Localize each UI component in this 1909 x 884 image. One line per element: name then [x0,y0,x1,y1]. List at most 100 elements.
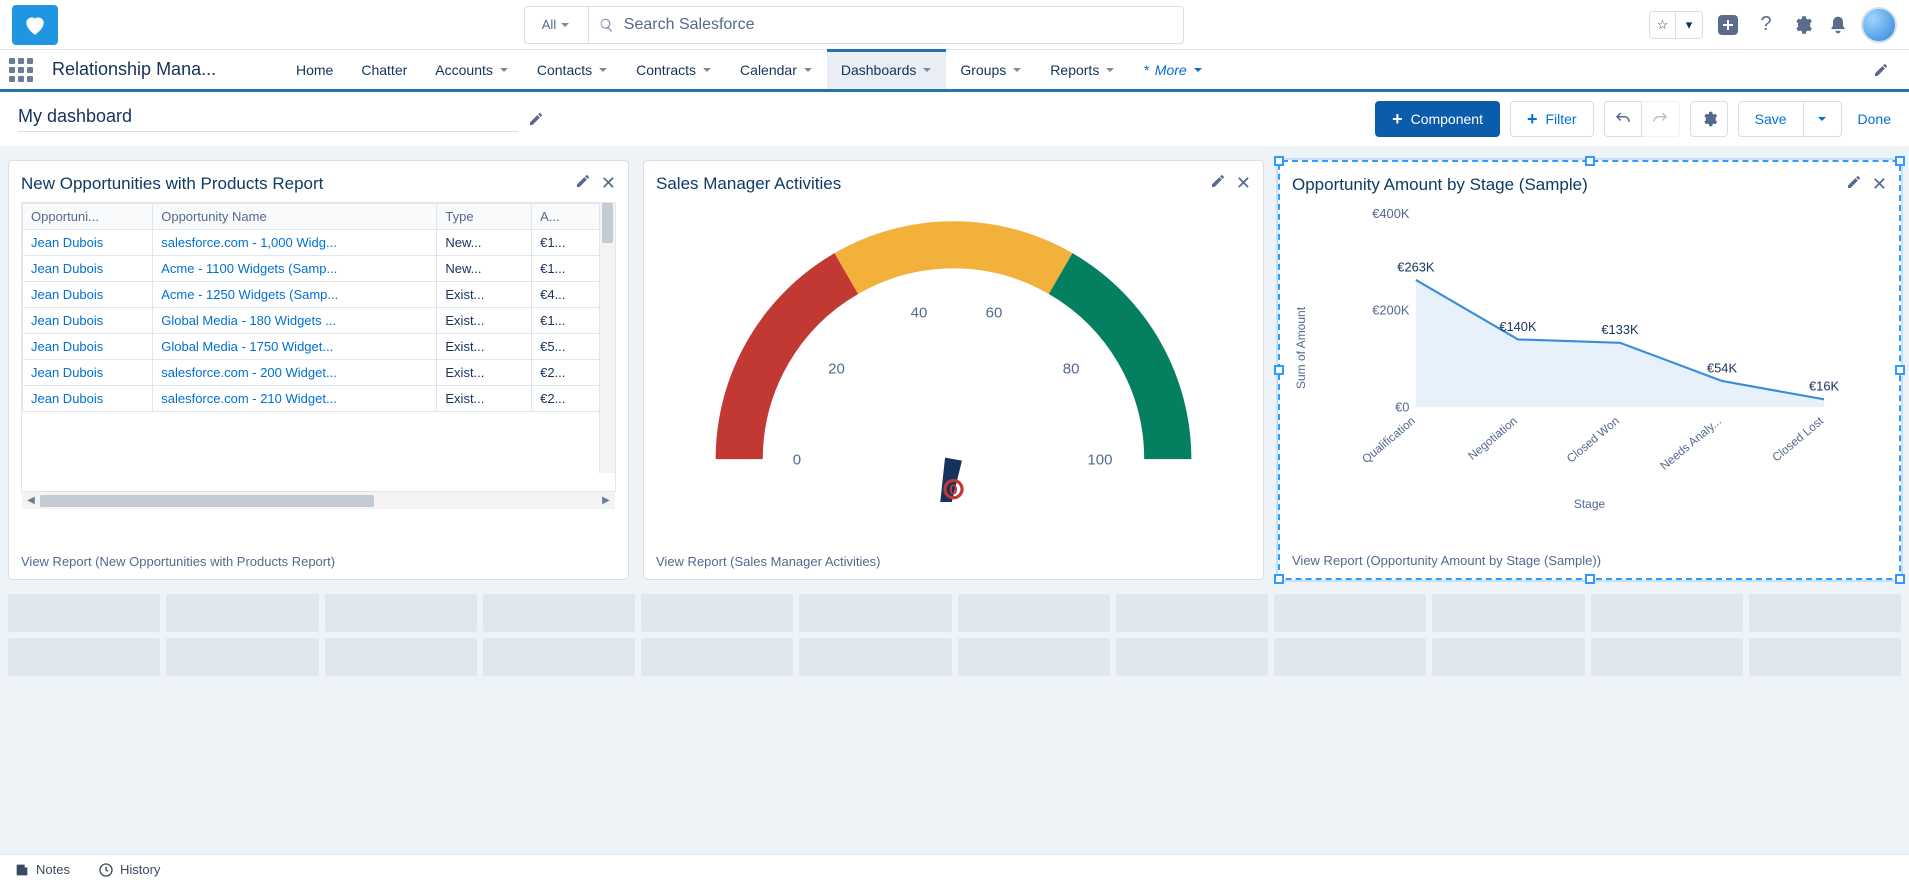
table-cell[interactable]: salesforce.com - 200 Widget... [153,360,437,386]
table-cell: Exist... [437,334,532,360]
edit-widget-button[interactable] [1846,174,1862,195]
notes-button[interactable]: Notes [14,862,70,878]
resize-handle[interactable] [1585,156,1595,166]
table-cell: New... [437,230,532,256]
nav-item-reports[interactable]: Reports [1036,50,1129,89]
favorites-control[interactable]: ☆ ▾ [1649,11,1703,39]
widget-sales-gauge[interactable]: Sales Manager Activities ✕ 0 20 [643,160,1264,580]
nav-more[interactable]: * More [1129,50,1216,89]
add-action-button[interactable] [1713,10,1743,40]
pencil-icon[interactable] [528,111,544,127]
view-report-link[interactable]: View Report (Opportunity Amount by Stage… [1292,543,1887,568]
scroll-right-icon[interactable]: ▶ [597,495,615,506]
table-cell: Exist... [437,386,532,412]
search-input[interactable] [624,16,1173,34]
edit-widget-button[interactable] [575,173,591,194]
add-component-button[interactable]: + Component [1375,101,1500,137]
table-cell[interactable]: Acme - 1250 Widgets (Samp... [153,282,437,308]
user-avatar[interactable] [1861,7,1897,43]
gauge-chart: 0 20 40 60 80 100 0 [656,202,1251,502]
table-cell[interactable]: Jean Dubois [23,308,153,334]
y-axis-label: Sum of Amount [1292,203,1310,493]
table-cell[interactable]: Jean Dubois [23,230,153,256]
table-cell[interactable]: Jean Dubois [23,334,153,360]
resize-handle[interactable] [1895,365,1905,375]
caret-down-icon [1817,114,1827,124]
table-row: Jean Duboissalesforce.com - 210 Widget..… [23,386,615,412]
svg-text:100: 100 [1087,452,1112,469]
nav-item-home[interactable]: Home [282,50,347,89]
table-cell[interactable]: Acme - 1100 Widgets (Samp... [153,256,437,282]
column-header[interactable]: Opportuni... [23,204,153,230]
column-header[interactable]: Type [437,204,532,230]
column-header[interactable]: Opportunity Name [153,204,437,230]
table-cell[interactable]: Jean Dubois [23,282,153,308]
add-filter-button[interactable]: + Filter [1510,101,1594,137]
resize-handle[interactable] [1274,156,1284,166]
pencil-icon [1210,173,1226,189]
bell-icon [1828,15,1848,35]
table-cell[interactable]: Global Media - 1750 Widget... [153,334,437,360]
nav-item-dashboards[interactable]: Dashboards [827,50,947,89]
setup-gear-button[interactable] [1789,12,1815,38]
resize-handle[interactable] [1585,574,1595,584]
resize-handle[interactable] [1274,365,1284,375]
nav-item-label: Groups [960,62,1006,78]
widget-opportunity-amount-chart[interactable]: Opportunity Amount by Stage (Sample) ✕ S… [1278,160,1901,580]
edit-widget-button[interactable] [1210,173,1226,194]
save-button[interactable]: Save [1738,101,1804,137]
search-filter-dropdown[interactable]: All [525,7,589,43]
table-cell[interactable]: Jean Dubois [23,256,153,282]
nav-item-contracts[interactable]: Contracts [622,50,726,89]
vertical-scrollbar[interactable] [599,203,615,473]
table-cell[interactable]: salesforce.com - 210 Widget... [153,386,437,412]
table-cell[interactable]: Jean Dubois [23,360,153,386]
dashboard-title[interactable]: My dashboard [18,106,518,132]
table-cell[interactable]: Jean Dubois [23,386,153,412]
svg-text:€400K: €400K [1372,206,1410,221]
utility-bar: Notes History [0,854,1909,884]
notifications-button[interactable] [1825,12,1851,38]
dashboard-builder-bar: My dashboard + Component + Filter Save D… [0,92,1909,146]
nav-item-label: Contacts [537,62,592,78]
nav-item-calendar[interactable]: Calendar [726,50,827,89]
horizontal-scrollbar[interactable]: ◀ ▶ [22,491,615,509]
nav-item-contacts[interactable]: Contacts [523,50,622,89]
history-button[interactable]: History [98,862,160,878]
svg-text:€140K: €140K [1499,319,1537,334]
table-cell[interactable]: Global Media - 180 Widgets ... [153,308,437,334]
caret-down-icon [1105,65,1115,75]
help-button[interactable]: ? [1753,12,1779,38]
svg-text:€263K: €263K [1397,259,1435,274]
nav-item-groups[interactable]: Groups [946,50,1036,89]
remove-widget-button[interactable]: ✕ [1872,174,1887,195]
table-cell[interactable]: salesforce.com - 1,000 Widg... [153,230,437,256]
table-cell: New... [437,256,532,282]
widget-opportunities-table[interactable]: New Opportunities with Products Report ✕… [8,160,629,580]
nav-item-chatter[interactable]: Chatter [347,50,421,89]
dashboard-settings-button[interactable] [1690,101,1728,137]
nav-item-label: Reports [1050,62,1099,78]
done-button[interactable]: Done [1858,111,1891,127]
redo-icon [1651,110,1669,128]
view-report-link[interactable]: View Report (New Opportunities with Prod… [21,544,616,569]
scroll-left-icon[interactable]: ◀ [22,495,40,506]
resize-handle[interactable] [1895,574,1905,584]
app-launcher-button[interactable] [0,50,42,89]
remove-widget-button[interactable]: ✕ [601,173,616,194]
undo-button[interactable] [1604,101,1642,137]
star-icon[interactable]: ☆ [1650,12,1676,38]
nav-item-label: Contracts [636,62,696,78]
view-report-link[interactable]: View Report (Sales Manager Activities) [656,544,1251,569]
save-menu-button[interactable] [1804,101,1842,137]
empty-grid-cells [8,594,1901,676]
nav-item-accounts[interactable]: Accounts [421,50,523,89]
nav-item-label: Accounts [435,62,493,78]
redo-button[interactable] [1642,101,1680,137]
resize-handle[interactable] [1895,156,1905,166]
caret-down-icon[interactable]: ▾ [1676,12,1702,38]
edit-nav-button[interactable] [1859,50,1903,89]
svg-text:20: 20 [828,360,845,377]
resize-handle[interactable] [1274,574,1284,584]
remove-widget-button[interactable]: ✕ [1236,173,1251,194]
